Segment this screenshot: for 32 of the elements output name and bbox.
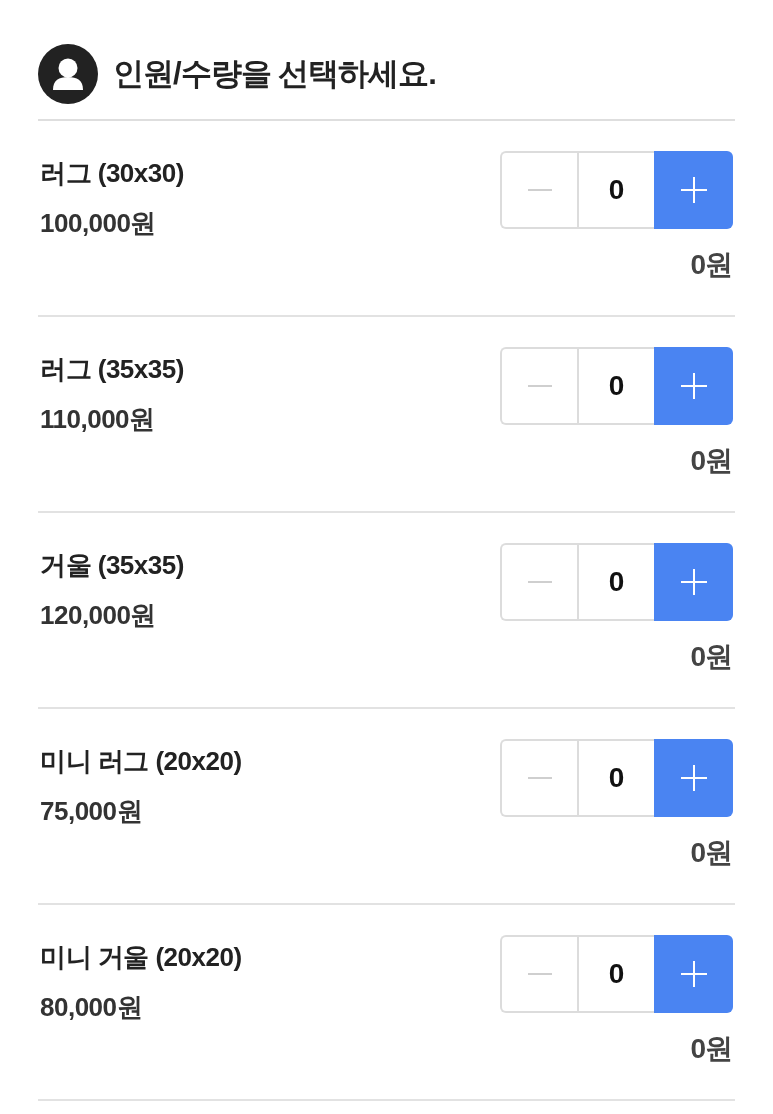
subtotal-amount: 0원 (690, 1033, 733, 1065)
product-name: 미니 러그 (20x20) (40, 745, 242, 777)
increment-button[interactable] (654, 935, 733, 1013)
subtotal-amount: 0원 (690, 837, 733, 869)
minus-icon (527, 189, 552, 191)
product-name: 거울 (35x35) (40, 549, 184, 581)
product-name: 미니 거울 (20x20) (40, 941, 242, 973)
minus-icon (527, 581, 552, 583)
subtotal-amount: 0원 (690, 249, 733, 281)
section-title: 인원/수량을 선택하세요. (113, 55, 436, 93)
increment-button[interactable] (654, 151, 733, 229)
subtotal-amount: 0원 (690, 445, 733, 477)
plus-icon (680, 373, 707, 399)
user-icon (38, 44, 98, 104)
minus-icon (527, 777, 552, 779)
subtotal-amount: 0원 (690, 641, 733, 673)
plus-icon (680, 177, 707, 203)
plus-icon (680, 961, 707, 987)
minus-icon (527, 385, 552, 387)
increment-button[interactable] (654, 739, 733, 817)
increment-button[interactable] (654, 543, 733, 621)
increment-button[interactable] (654, 347, 733, 425)
product-name: 러그 (30x30) (40, 157, 184, 189)
product-name: 러그 (35x35) (40, 353, 184, 385)
product-price: 120,000원 (40, 599, 156, 631)
plus-icon (680, 765, 707, 791)
product-price: 100,000원 (40, 207, 156, 239)
minus-icon (527, 973, 552, 975)
product-price: 110,000원 (40, 403, 155, 435)
plus-icon (680, 569, 707, 595)
product-price: 75,000원 (40, 795, 143, 827)
product-price: 80,000원 (40, 991, 143, 1023)
